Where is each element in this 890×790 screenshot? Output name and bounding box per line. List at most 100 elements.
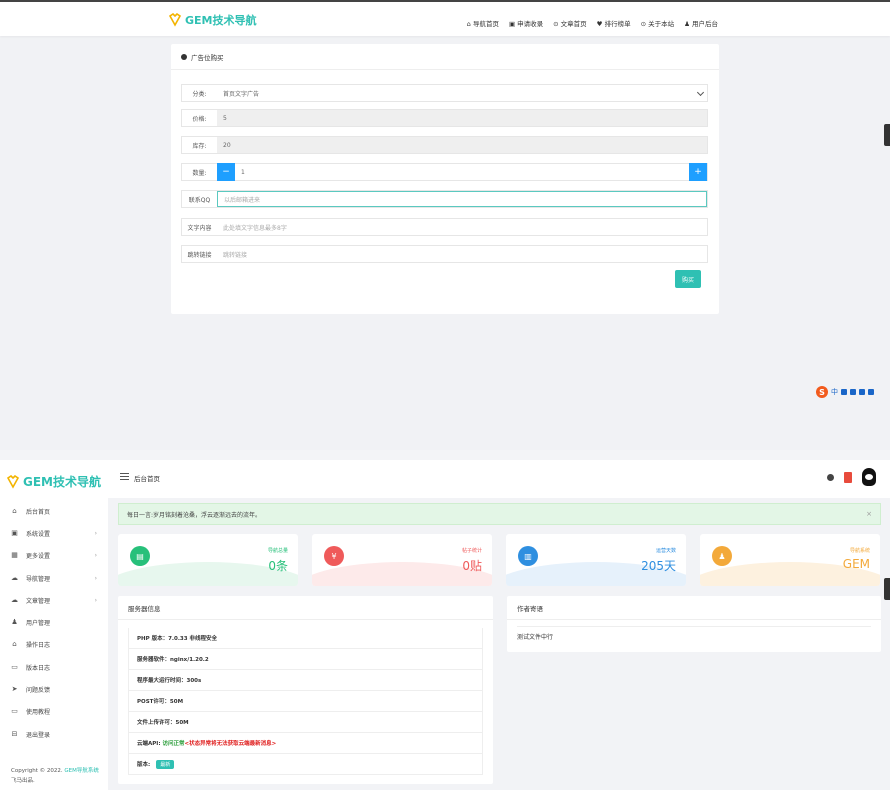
nav-item-home[interactable]: ⌂ 导航首页 [467,18,499,28]
nav-item-article[interactable]: ⊙ 文章首页 [553,18,587,28]
nav-item-about[interactable]: ⊙ 关于本站 [641,18,675,28]
admin-header: 后台首页 [108,460,890,498]
sidebar-item-label: 后台首页 [26,508,51,516]
nav-item-rank[interactable]: ♥ 排行榜单 [597,18,631,28]
qq-input[interactable]: 以后邮箱进来 [217,191,707,207]
send-icon: ➤ [11,685,18,694]
admin-header-title: 后台首页 [134,475,160,483]
ime-mode: 中 [831,388,838,396]
quantity-stepper: 数量: − 1 + [181,163,708,181]
user-icon: ♟ [11,618,18,627]
stat-card-nav-total: ▤ 导航总量 0条 [118,534,298,586]
admin-logo[interactable]: GEM技术导航 [6,473,101,490]
book-icon[interactable] [844,471,852,483]
sidebar-item-nav[interactable]: ☁ 导航管理 › [0,567,108,589]
admin-dashboard-screenshot: GEM技术导航 ⌂ 后台首页 ▣ 系统设置 › ▦ 更多设置 › ☁ 导航管理 › ☁ 文章管理… [0,460,890,790]
version-row: 版本: 最新 [128,754,483,775]
stat-value: 0条 [268,559,288,573]
sidebar-item-oplog[interactable]: ⌂ 操作日志 [0,634,108,656]
stat-card-days: ▥ 运营天数 205天 [506,534,686,586]
cloud-icon: ☁ [11,595,18,604]
keyboard-icon [859,389,865,395]
copyright-link[interactable]: GEM导航系统 [64,768,98,774]
mic-icon [850,389,856,395]
sidebar-item-label: 文章管理 [26,597,51,605]
server-info-row: PHP 版本：7.0.33 非线程安全 [128,628,483,649]
version-label: 版本: [137,762,151,768]
text-content-input[interactable]: 此处填文字信息最多8字 [217,219,707,235]
sidebar-item-label: 版本日志 [26,664,51,672]
admin-logo-text: GEM技术导航 [23,475,101,489]
stat-label: 导航系统 [849,548,870,554]
nav-user-label: 用户后台 [692,20,718,28]
stat-card-posts: ¥ 帖子统计 0贴 [312,534,492,586]
author-message-body: 测试文件中行 [517,626,871,646]
stock-field: 库存: 20 [181,136,708,154]
sidebar-item-users[interactable]: ♟ 用户管理 [0,611,108,633]
sidebar-item-more[interactable]: ▦ 更多设置 › [0,545,108,567]
category-select[interactable]: 分类: 首页文字广告 [181,84,708,102]
sidebar-item-label: 问题反馈 [26,687,51,695]
author-message-panel: 作者寄语 测试文件中行 [507,596,881,652]
stat-label: 运营天数 [655,548,676,554]
sidebar-item-system[interactable]: ▣ 系统设置 › [0,522,108,544]
chevron-right-icon: › [94,552,97,560]
version-badge: 最新 [156,759,175,769]
qq-placeholder: 以后邮箱进来 [224,196,261,204]
quantity-minus-button[interactable]: − [217,163,235,181]
site-logo-text: GEM技术导航 [185,14,257,27]
nav-home-label: 导航首页 [472,20,499,28]
ad-purchase-card: 广告位购买 分类: 首页文字广告 价格: 5 库存: 20 数量: − 1 + … [171,44,719,314]
ime-toolbar[interactable]: S 中 [816,386,874,398]
stat-value: 205天 [641,559,676,573]
chart-icon: ▥ [518,546,538,566]
ad-purchase-title: 广告位购买 [191,53,224,62]
sidebar-item-tutorial[interactable]: ▭ 使用教程 [0,701,108,723]
quantity-input[interactable]: 1 [235,164,689,180]
sidebar-item-version[interactable]: ▭ 版本日志 [0,656,108,678]
quantity-plus-button[interactable]: + [689,163,707,181]
cloud-api-status: 访问正常 [162,741,185,747]
chevron-right-icon: › [94,529,97,537]
sogou-logo-icon: S [816,386,828,398]
link-label: 跳转链接 [182,246,217,262]
sidebar-item-label: 导航管理 [26,575,51,583]
grid-icon: ▦ [11,551,18,560]
qq-field: 联系QQ 以后邮箱进来 [181,190,708,208]
buy-button[interactable]: 购买 [675,270,701,288]
nav-article-label: 文章首页 [560,20,587,28]
quantity-label: 数量: [182,164,217,180]
sidebar-item-label: 退出登录 [26,731,51,739]
copyright: Copyright © 2022. GEM导航系统 飞马出品. [11,766,103,786]
side-handle[interactable] [884,578,890,600]
server-info-row: POST许可：50M [128,691,483,712]
link-field: 跳转链接 跳转链接 [181,245,708,263]
sidebar-item-home[interactable]: ⌂ 后台首页 [0,500,108,522]
yen-icon: ¥ [324,546,344,566]
text-content-placeholder: 此处填文字信息最多8字 [223,224,287,232]
stat-label: 帖子统计 [461,548,482,554]
heart-logo-icon [168,13,182,27]
sidebar-item-feedback[interactable]: ➤ 问题反馈 [0,678,108,700]
sidebar-item-logout[interactable]: ⊟ 退出登录 [0,723,108,745]
stat-label: 导航总量 [267,548,288,554]
header-actions [827,468,876,486]
link-input[interactable]: 跳转链接 [217,246,707,262]
nav-item-apply[interactable]: ▣ 申请收录 [509,18,543,28]
nav-item-user[interactable]: ♟ 用户后台 [684,18,718,28]
copyright-prefix: Copyright © 2022. [11,768,63,774]
chevron-right-icon: › [94,574,97,582]
sidebar-item-label: 操作日志 [26,642,51,650]
sidebar-item-articles[interactable]: ☁ 文章管理 › [0,589,108,611]
side-handle[interactable] [884,124,890,146]
close-icon[interactable]: × [866,510,872,518]
palette-icon[interactable] [827,473,834,481]
stock-value: 20 [217,137,707,153]
qq-avatar-icon[interactable] [862,468,876,486]
category-label: 分类: [182,85,217,101]
cloud-api-message: <状态异常将无法获取云端最新消息> [184,741,277,747]
menu-toggle-icon[interactable] [120,473,129,480]
site-logo[interactable]: GEM技术导航 [168,12,257,28]
cloud-api-row: 云端API: 访问正常 <状态异常将无法获取云端最新消息> [128,733,483,754]
nav-icon: ☁ [11,573,18,582]
